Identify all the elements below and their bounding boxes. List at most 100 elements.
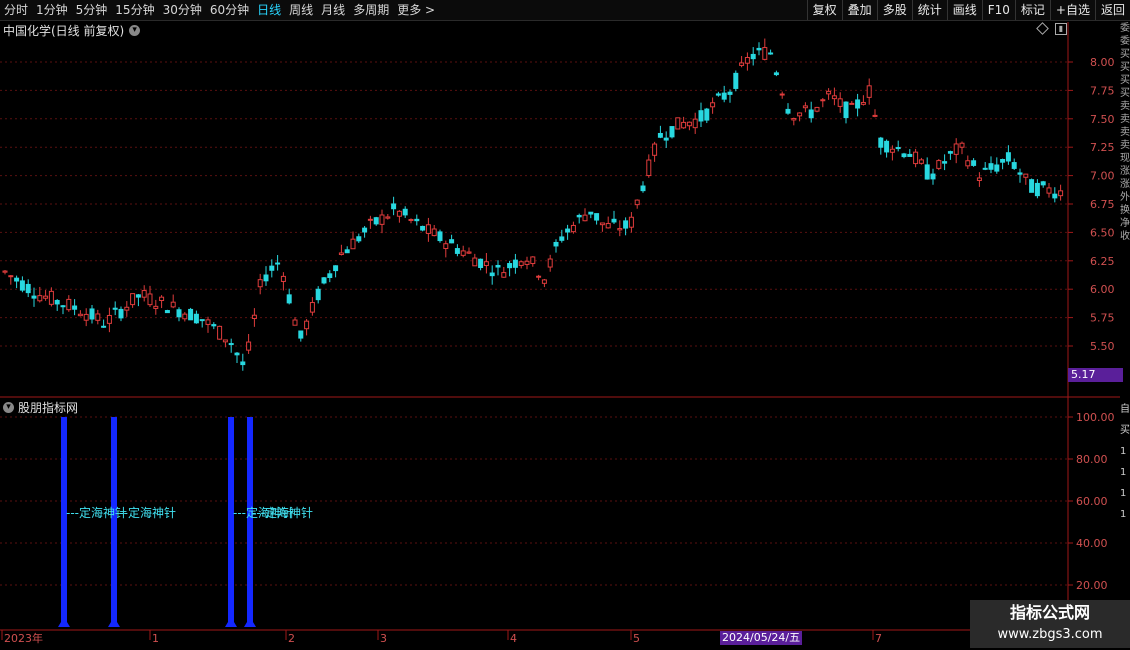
candle-body <box>437 231 443 242</box>
candle-body <box>425 224 431 234</box>
candle-body <box>14 277 20 282</box>
edge-text: 1 <box>1120 446 1127 457</box>
edge-text: 委 <box>1120 36 1130 47</box>
edge-text: 现 <box>1120 153 1130 164</box>
stock-title: 中国化学(日线 前复权) ▾ <box>3 22 141 39</box>
toolbar-action-button[interactable]: +自选 <box>1049 0 1095 20</box>
toolbar-action-button[interactable]: 多股 <box>876 0 912 20</box>
period-tab[interactable]: 月线 <box>317 0 349 20</box>
candle-body <box>704 108 710 121</box>
candle-body <box>420 225 426 231</box>
toolbar-action-button[interactable]: 复权 <box>806 0 842 20</box>
period-tab[interactable]: 多周期 <box>349 0 393 20</box>
period-tab[interactable]: 1分钟 <box>32 0 72 20</box>
candle-body <box>54 299 60 305</box>
candle-body <box>947 151 953 154</box>
candle-body <box>164 310 170 314</box>
chevron-down-icon[interactable]: ▾ <box>129 25 141 36</box>
candle-body <box>402 208 408 216</box>
candle-body <box>588 211 594 215</box>
toolbar-action-button[interactable]: 返回 <box>1094 0 1130 20</box>
window-icon[interactable]: ▮ <box>1055 23 1067 35</box>
candle-body <box>240 361 246 366</box>
period-tab[interactable]: 更多 > <box>393 0 439 20</box>
price-tick-label: 5.50 <box>1090 340 1115 353</box>
candle-body <box>710 102 716 108</box>
candle-body <box>524 260 530 265</box>
candle-body <box>965 160 971 167</box>
signal-bar-base <box>225 617 237 627</box>
toolbar-action-button[interactable]: 画线 <box>946 0 982 20</box>
edge-text: 换 <box>1120 205 1130 216</box>
period-tab[interactable]: 30分钟 <box>159 0 206 20</box>
period-tab[interactable]: 15分钟 <box>111 0 158 20</box>
period-tab[interactable]: 5分钟 <box>72 0 112 20</box>
candlestick-chart[interactable]: 8.00 7.75 7.50 7.25 7.00 6.75 6.50 6.25 6.00 5.75… <box>0 0 1130 650</box>
candle-body <box>269 265 275 271</box>
indicator-tick-label: 20.00 <box>1076 579 1108 592</box>
signal-bar <box>247 417 253 627</box>
candle-body <box>77 313 83 317</box>
candle-body <box>826 90 832 95</box>
candle-body <box>72 305 78 310</box>
edge-text: 卖 <box>1120 127 1130 138</box>
candle-body <box>234 352 240 356</box>
candle-body <box>1034 182 1040 197</box>
candle-body <box>1023 173 1029 178</box>
edge-text: 1 <box>1120 488 1127 499</box>
candle-body <box>327 273 333 279</box>
candle-body <box>646 159 652 177</box>
candle-body <box>8 275 14 278</box>
toolbar-action-button[interactable]: 标记 <box>1014 0 1050 20</box>
candle-body <box>2 270 8 273</box>
toolbar-action-button[interactable]: 统计 <box>911 0 947 20</box>
candle-body <box>153 305 159 309</box>
candle-body <box>657 132 663 138</box>
candle-body <box>246 341 252 351</box>
candle-body <box>808 109 814 119</box>
edge-text: 1 <box>1120 467 1127 478</box>
candle-body <box>350 238 356 250</box>
action-buttons: 复权 叠加 多股 统计 画线 F10 标记 +自选 返回 <box>806 0 1130 20</box>
stock-title-text: 中国化学(日线 前复权) <box>3 24 125 38</box>
candle-body <box>942 161 948 164</box>
signal-bar <box>111 417 117 627</box>
candle-body <box>913 151 919 165</box>
period-tab[interactable]: 周线 <box>285 0 317 20</box>
price-tick-label: 7.75 <box>1090 84 1115 97</box>
candle-body <box>19 280 25 291</box>
candle-body <box>385 216 391 219</box>
period-tab[interactable]: 日线 <box>253 0 285 20</box>
candle-body <box>466 251 472 254</box>
candle-body <box>518 261 524 266</box>
candle-body <box>559 236 565 241</box>
signal-bar <box>61 417 67 627</box>
toolbar-action-button[interactable]: F10 <box>981 0 1015 20</box>
candle-body <box>147 293 153 306</box>
candle-body <box>101 325 107 328</box>
candle-body <box>773 72 779 76</box>
candle-body <box>872 114 878 117</box>
chevron-down-icon[interactable]: ▾ <box>3 402 14 413</box>
candle-body <box>112 307 118 310</box>
signal-bar-base <box>244 617 256 627</box>
signal-label: ---定海神针 <box>115 505 176 520</box>
indicator-tick-label: 40.00 <box>1076 537 1108 550</box>
watermark-url: www.zbgs3.com <box>997 627 1103 642</box>
candle-body <box>449 239 455 244</box>
period-tab[interactable]: 分时 <box>0 0 32 20</box>
signal-bar <box>228 417 234 627</box>
toolbar-action-button[interactable]: 叠加 <box>841 0 877 20</box>
candle-body <box>889 148 895 153</box>
candle-body <box>739 62 745 66</box>
period-tab[interactable]: 60分钟 <box>206 0 253 20</box>
candle-body <box>48 290 54 305</box>
candle-body <box>802 105 808 109</box>
candle-body <box>930 173 936 180</box>
candle-body <box>460 250 466 256</box>
candle-body <box>663 137 669 141</box>
candle-body <box>785 108 791 114</box>
edge-text: 外 <box>1120 192 1130 203</box>
candle-body <box>768 52 774 55</box>
diamond-icon[interactable] <box>1036 22 1049 35</box>
